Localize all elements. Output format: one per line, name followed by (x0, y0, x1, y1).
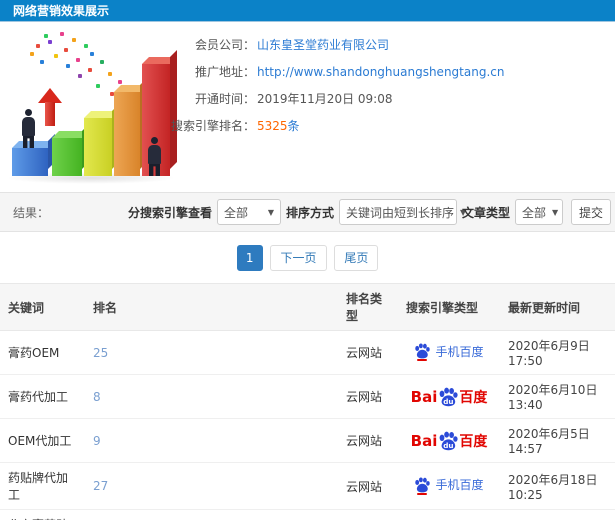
open-time-row: 开通时间： 2019年11月20日 09:08 (171, 92, 504, 106)
rank-link[interactable]: 8 (93, 390, 101, 404)
rank-type-cell: 云网站 (338, 330, 398, 375)
svg-text:du: du (444, 397, 454, 406)
table-row: 膏药OEM 25 云网站 手机百度 Baidu百度 2020年6月9日 17:5… (0, 330, 615, 375)
mobile-baidu-logo: 手机百度 (414, 476, 484, 495)
rank-link[interactable]: 25 (93, 346, 108, 360)
header-section: 会员公司： 山东皇圣堂药业有限公司 推广地址： http://www.shand… (0, 22, 615, 192)
baidu-paw-icon: du (438, 431, 458, 451)
results-table: 关键词 排名 排名类型 搜索引擎类型 最新更新时间 膏药OEM 25 云网站 手… (0, 283, 615, 520)
businessman-figure-right (148, 137, 161, 176)
table-header-row: 关键词 排名 排名类型 搜索引擎类型 最新更新时间 (0, 283, 615, 331)
filter-group: 分搜索引擎查看 全部 ▼ 排序方式 关键词由短到长排序 ▼ 文章类型 全部 ▼ … (123, 199, 611, 225)
col-rank-type: 排名类型 (338, 283, 398, 331)
col-keyword: 关键词 (0, 283, 85, 331)
page-title: 网络营销效果展示 (13, 4, 110, 18)
keyword-cell: 药贴牌代加工 (0, 462, 85, 510)
engine-logo: 手机百度 Baidu百度 (411, 431, 487, 450)
chevron-down-icon: ▼ (267, 207, 274, 217)
engine-rank-unit: 条 (287, 119, 300, 133)
article-type-label: 文章类型 (461, 205, 510, 220)
member-company-label: 会员公司： (194, 38, 255, 52)
baidu-logo: Bai du 百度 (410, 431, 488, 451)
mobile-baidu-logo: 手机百度 (414, 343, 484, 362)
next-page-button[interactable]: 下一页 (270, 245, 327, 271)
keyword-cell: OEM代加工 (0, 418, 85, 463)
col-updated: 最新更新时间 (500, 283, 615, 331)
member-info-panel: 会员公司： 山东皇圣堂药业有限公司 推广地址： http://www.shand… (171, 38, 504, 146)
open-time-value: 2019年11月20日 09:08 (257, 92, 393, 106)
sort-filter-select[interactable]: 关键词由短到长排序 ▼ (338, 199, 466, 225)
rank-type-cell: 云网站 (338, 462, 398, 510)
baidu-paw-icon (414, 477, 431, 495)
svg-text:du: du (444, 441, 454, 450)
keyword-cell: 膏药代加工 (0, 374, 85, 419)
keyword-cell: 膏药OEM (0, 330, 85, 375)
chart-bar-orange (114, 92, 140, 176)
confetti-decoration (0, 30, 4, 34)
table-row: 膏药代加工 8 云网站 手机百度 Baidu百度 2020年6月10日 13:4… (0, 374, 615, 419)
businessman-figure-left (22, 109, 35, 148)
chart-bar-yellow (84, 118, 112, 176)
engine-filter-label: 分搜索引擎查看 (127, 205, 212, 220)
filter-bar: 结果： 分搜索引擎查看 全部 ▼ 排序方式 关键词由短到长排序 ▼ 文章类型 全… (0, 192, 615, 232)
promo-url-link[interactable]: http://www.shandonghuangshengtang.cn (257, 65, 504, 79)
bar-chart-illustration (0, 30, 185, 188)
engine-filter-value: 全部 (223, 205, 248, 220)
member-company-row: 会员公司： 山东皇圣堂药业有限公司 (171, 38, 504, 52)
rank-type-cell: 云网站 (338, 509, 398, 520)
chart-bar-green (52, 138, 82, 176)
chevron-down-icon: ▼ (552, 207, 559, 217)
table-row: OEM代加工 9 云网站 手机百度 Baidu百度 2020年6月5日 14:5… (0, 418, 615, 463)
engine-rank-row: 搜索引擎排名： 5325条 (171, 119, 504, 133)
keyword-cell: 北京膏药贴牌 (0, 509, 85, 520)
chart-bar-blue (12, 148, 48, 176)
rank-type-cell: 云网站 (338, 374, 398, 419)
updated-cell: 2020年6月5日 14:57 (500, 418, 615, 463)
promo-url-row: 推广地址： http://www.shandonghuangshengtang.… (171, 65, 504, 79)
engine-filter-select[interactable]: 全部 ▼ (216, 199, 281, 225)
member-company-link[interactable]: 山东皇圣堂药业有限公司 (257, 38, 389, 52)
submit-button[interactable]: 提交 (571, 199, 611, 225)
rank-link[interactable]: 9 (93, 434, 101, 448)
table-row: 北京膏药贴牌 1 云网站 手机百度 Baidu百度 2020年6月11日 11:… (0, 509, 615, 520)
baidu-logo: Bai du 百度 (410, 387, 488, 407)
open-time-label: 开通时间： (194, 92, 255, 106)
table-row: 药贴牌代加工 27 云网站 手机百度 Baidu百度 2020年6月18日 10… (0, 462, 615, 510)
engine-rank-count: 5325 (257, 119, 288, 133)
col-rank: 排名 (85, 283, 338, 331)
baidu-paw-icon: du (438, 387, 458, 407)
article-type-select[interactable]: 全部 ▼ (515, 199, 563, 225)
engine-logo: 手机百度 Baidu百度 (411, 387, 487, 406)
article-type-value: 全部 (522, 205, 547, 220)
rank-link[interactable]: 27 (93, 479, 108, 493)
updated-cell: 2020年6月9日 17:50 (500, 330, 615, 375)
sort-filter-value: 关键词由短到长排序 (345, 205, 454, 220)
engine-rank-label: 搜索引擎排名： (171, 119, 256, 133)
updated-cell: 2020年6月11日 11:18 (500, 509, 615, 520)
result-label: 结果： (13, 205, 50, 220)
page-1-button[interactable]: 1 (236, 245, 263, 271)
pagination: 1 下一页 尾页 (0, 232, 615, 283)
engine-logo: 手机百度 Baidu百度 (414, 343, 484, 362)
updated-cell: 2020年6月18日 10:25 (500, 462, 615, 510)
up-arrow-icon (38, 88, 62, 126)
col-engine-type: 搜索引擎类型 (398, 283, 500, 331)
baidu-paw-icon (414, 343, 431, 362)
title-bar: 网络营销效果展示 (0, 0, 615, 22)
promo-url-label: 推广地址： (194, 65, 255, 79)
engine-logo: 手机百度 Baidu百度 (414, 477, 484, 496)
updated-cell: 2020年6月10日 13:40 (500, 374, 615, 419)
rank-type-cell: 云网站 (338, 418, 398, 463)
sort-filter-label: 排序方式 (285, 205, 334, 220)
last-page-button[interactable]: 尾页 (334, 245, 379, 271)
